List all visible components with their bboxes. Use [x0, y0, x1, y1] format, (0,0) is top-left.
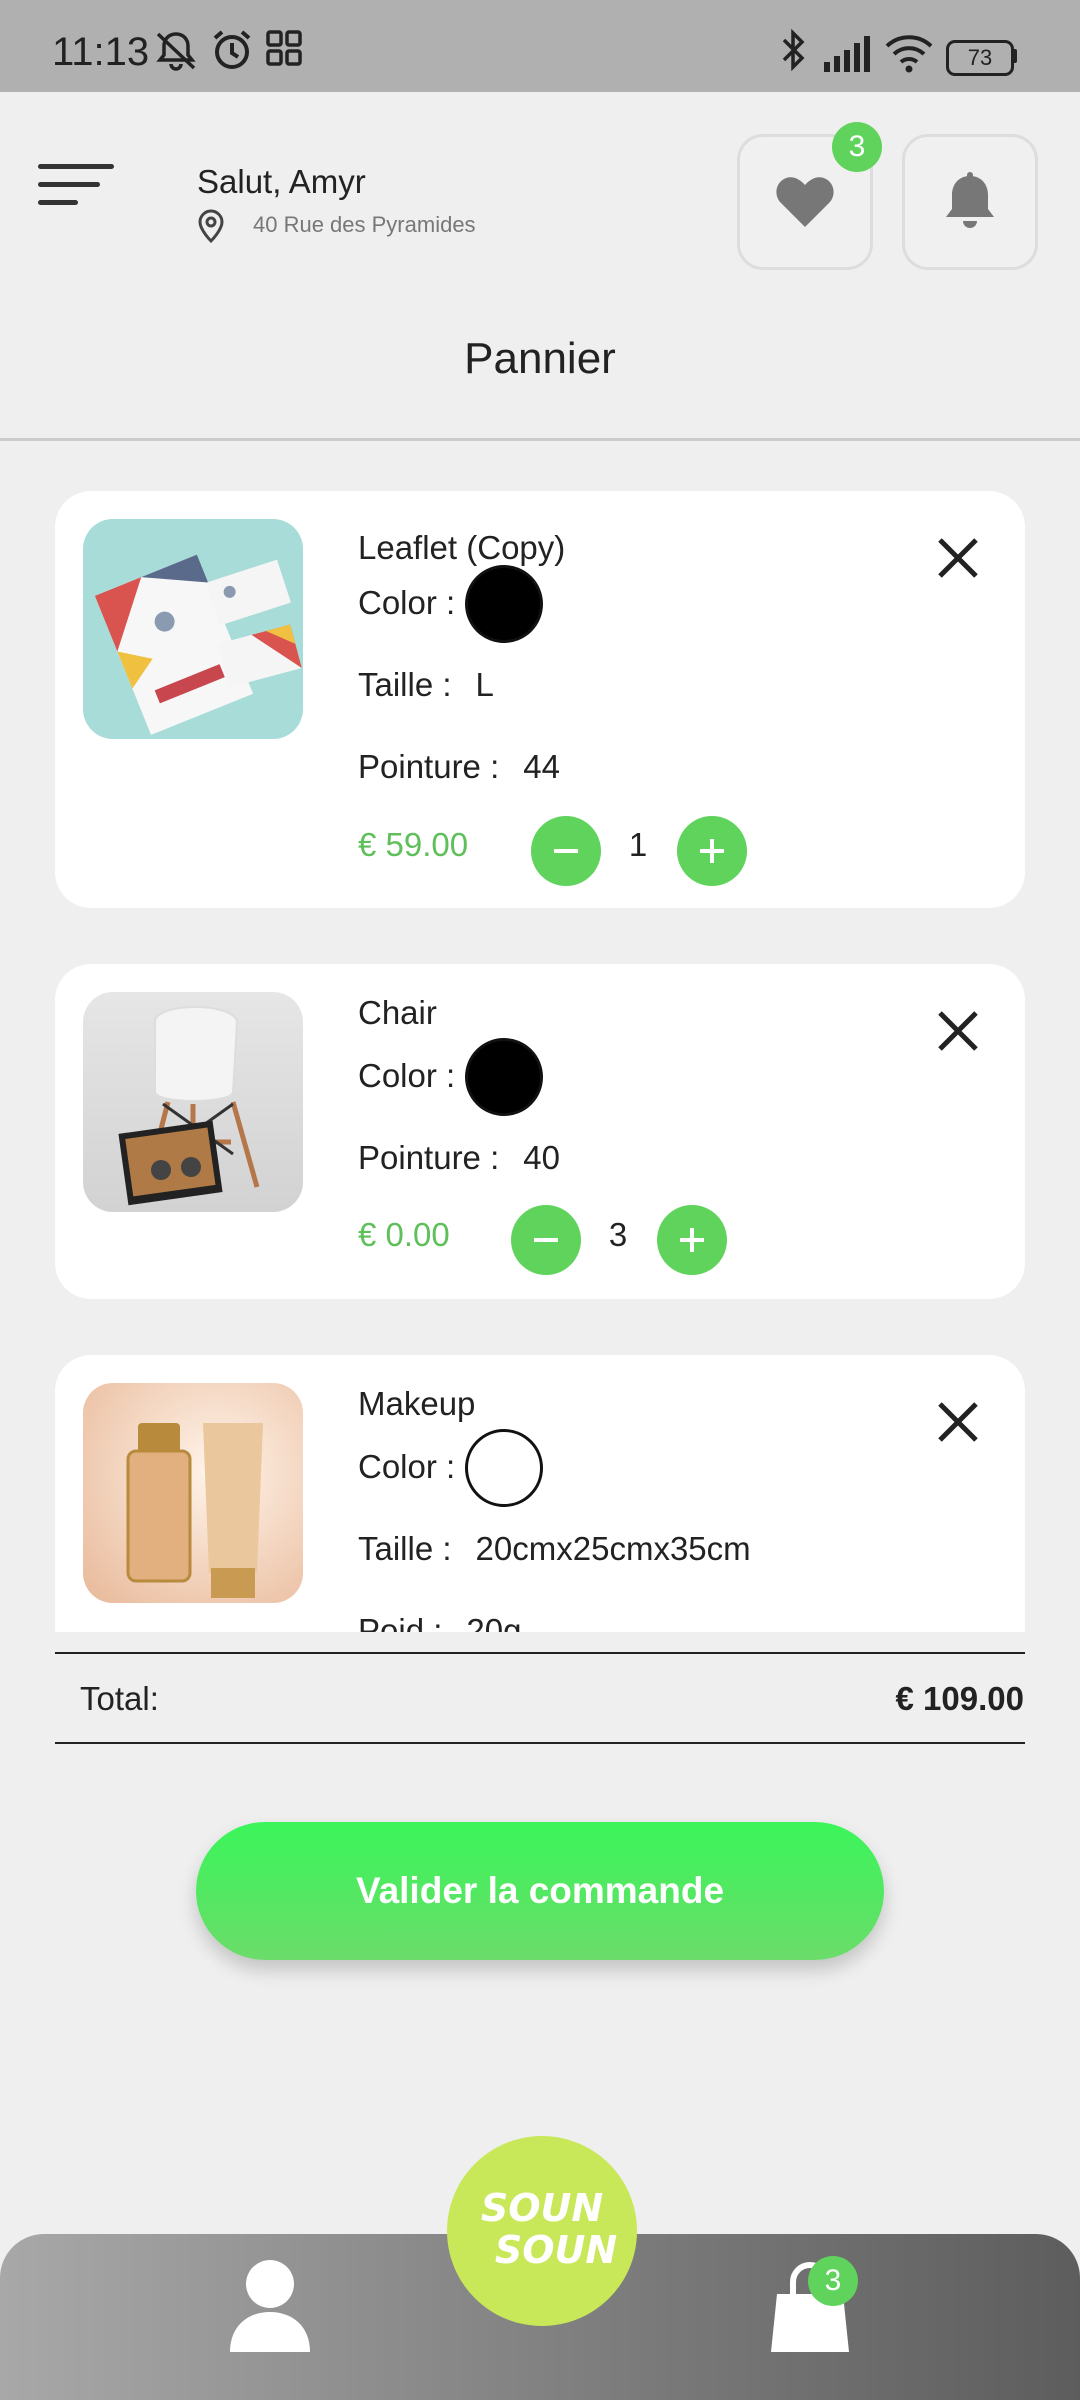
- wifi-icon: [885, 35, 933, 73]
- color-label: Color :: [358, 584, 456, 621]
- menu-icon-line: [38, 182, 100, 187]
- battery-tip: [1012, 49, 1017, 63]
- user-icon[interactable]: [225, 2256, 315, 2356]
- battery-indicator: 73: [946, 40, 1014, 76]
- signal-icon: [824, 36, 870, 72]
- shoe-size-row: Pointure : 44: [358, 748, 560, 786]
- total-value: € 109.00: [895, 1680, 1024, 1717]
- cart-list[interactable]: Leaflet (Copy) Color : Taille : L Pointur…: [0, 490, 1080, 1632]
- shoe-size-label: Pointure :: [358, 748, 500, 785]
- logo-text-line: SOUN: [480, 2186, 604, 2230]
- minus-icon: [534, 1238, 558, 1242]
- home-logo-button[interactable]: SOUN SOUN: [447, 2136, 637, 2326]
- size-value: L: [475, 666, 494, 703]
- location-pin-icon: [198, 209, 224, 244]
- status-bar: 11:13 73: [0, 0, 1080, 92]
- cart-item-card: Chair Color : Pointure : 40 € 0.00 3: [55, 964, 1025, 1299]
- apps-grid-icon: [266, 30, 302, 66]
- color-swatch: [465, 565, 543, 643]
- shoe-size-value: 40: [523, 1139, 560, 1176]
- product-name: Leaflet (Copy): [358, 529, 566, 566]
- product-image: [83, 519, 303, 739]
- color-swatch: [465, 1038, 543, 1116]
- product-name: Makeup: [358, 1385, 476, 1422]
- title-divider: [0, 438, 1080, 441]
- shoe-size-row: Pointure : 40: [358, 1139, 560, 1177]
- status-time: 11:13: [52, 30, 150, 74]
- item-price: € 59.00: [358, 826, 469, 863]
- checkout-button[interactable]: Valider la commande: [196, 1822, 884, 1960]
- decrease-quantity-button[interactable]: [511, 1205, 581, 1275]
- product-image: [83, 1383, 303, 1603]
- size-label: Taille :: [358, 1530, 452, 1567]
- plus-icon: [700, 839, 724, 863]
- weight-label: Poid :: [358, 1612, 443, 1632]
- notifications-button[interactable]: [902, 134, 1038, 270]
- size-value: 20cmx25cmx35cm: [475, 1530, 751, 1567]
- color-label: Color :: [358, 1057, 456, 1094]
- decrease-quantity-button[interactable]: [531, 816, 601, 886]
- color-swatch: [465, 1429, 543, 1507]
- alarm-icon: [213, 30, 251, 69]
- total-divider-top: [55, 1652, 1025, 1654]
- increase-quantity-button[interactable]: [657, 1205, 727, 1275]
- product-name: Chair: [358, 994, 437, 1031]
- size-label: Taille :: [358, 666, 452, 703]
- increase-quantity-button[interactable]: [677, 816, 747, 886]
- favorites-count-badge: 3: [832, 122, 882, 172]
- cart-item-card: Leaflet (Copy) Color : Taille : L Pointur…: [55, 491, 1025, 908]
- mute-notification-icon: [156, 32, 196, 71]
- item-quantity: 1: [628, 826, 648, 863]
- page-title: Pannier: [464, 334, 616, 383]
- minus-icon: [554, 849, 578, 853]
- item-quantity: 3: [608, 1216, 628, 1253]
- plus-icon: [680, 1228, 704, 1252]
- shoe-size-label: Pointure :: [358, 1139, 500, 1176]
- color-label: Color :: [358, 1448, 456, 1485]
- heart-icon: [776, 177, 834, 227]
- shoe-size-value: 44: [523, 748, 560, 785]
- size-row: Taille : L: [358, 666, 494, 704]
- cart-count-badge: 3: [808, 2256, 858, 2306]
- menu-button[interactable]: [38, 160, 118, 216]
- remove-item-button[interactable]: [933, 1397, 983, 1447]
- menu-icon-line: [38, 164, 114, 169]
- weight-value: 20g: [466, 1612, 522, 1632]
- weight-row: Poid : 20g: [358, 1612, 521, 1632]
- remove-item-button[interactable]: [933, 533, 983, 583]
- product-image: [83, 992, 303, 1212]
- total-divider-bottom: [55, 1742, 1025, 1744]
- total-label: Total:: [80, 1680, 159, 1717]
- size-row: Taille : 20cmx25cmx35cm: [358, 1530, 751, 1568]
- logo-text-line: SOUN: [494, 2228, 618, 2272]
- delivery-address: 40 Rue des Pyramides: [253, 212, 476, 237]
- bluetooth-icon: [782, 28, 805, 72]
- cart-item-card: Makeup Color : Taille : 20cmx25cmx35cm Po…: [55, 1355, 1025, 1632]
- item-price: € 0.00: [358, 1216, 450, 1253]
- greeting-text: Salut, Amyr: [197, 163, 366, 200]
- bell-icon: [946, 172, 994, 228]
- menu-icon-line: [38, 200, 78, 205]
- remove-item-button[interactable]: [933, 1006, 983, 1056]
